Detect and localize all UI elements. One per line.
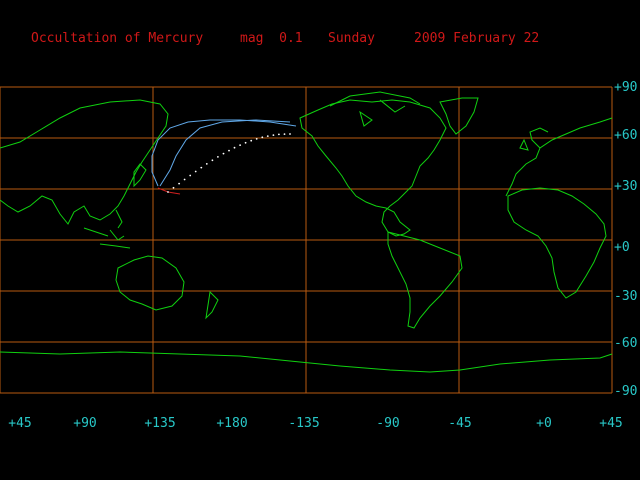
track-dot: [200, 166, 203, 169]
longitude-label: +45: [599, 416, 623, 431]
coast-south-america: [387, 231, 463, 329]
longitude-label: +180: [216, 416, 248, 431]
longitude-label: -45: [448, 416, 472, 431]
track-dot: [239, 144, 242, 147]
track-dot: [183, 178, 186, 181]
visibility-curve-south: [159, 119, 291, 187]
track-dot: [222, 152, 225, 155]
track-dot: [278, 133, 280, 136]
latitude-label: -30: [614, 289, 638, 304]
coast-canada-islands: [329, 91, 421, 127]
occultation-overlay: [151, 119, 297, 195]
coast-australia: [115, 255, 185, 311]
coast-british-isles: [519, 138, 529, 151]
track-dot: [178, 182, 181, 185]
coast-japan: [133, 163, 147, 188]
latitude-label: -90: [614, 384, 638, 399]
longitude-label: +90: [73, 416, 97, 431]
longitude-label: +135: [144, 416, 176, 431]
track-dot: [211, 159, 214, 162]
track-dot: [189, 174, 192, 177]
track-dot: [289, 133, 291, 135]
coast-north-america: [299, 99, 447, 237]
latitude-label: +30: [614, 179, 638, 194]
track-dot: [205, 163, 208, 165]
track-dot: [266, 135, 269, 138]
lat-lon-grid: [0, 86, 613, 394]
track-dot: [255, 138, 258, 140]
latitude-label: +90: [614, 80, 638, 95]
track-dot: [233, 146, 236, 149]
track-dot: [217, 156, 219, 158]
longitude-label: +0: [536, 416, 552, 431]
track-dot: [272, 134, 275, 137]
coast-new-zealand: [205, 290, 219, 320]
track-dot: [194, 170, 197, 173]
track-dot: [167, 191, 169, 193]
longitude-label: -135: [288, 416, 320, 431]
occultation-track: [167, 133, 291, 193]
world-map: [0, 86, 613, 394]
latitude-label: -60: [614, 336, 638, 351]
latitude-label: +60: [614, 128, 638, 143]
track-dot: [261, 136, 264, 139]
coast-africa: [507, 187, 607, 299]
track-dot: [228, 149, 230, 152]
longitude-label: +45: [8, 416, 32, 431]
coast-europe: [505, 117, 613, 197]
longitude-label: -90: [376, 416, 400, 431]
track-dot: [283, 133, 286, 136]
track-dot: [244, 141, 247, 144]
track-dot: [250, 139, 253, 142]
track-dot: [172, 186, 175, 189]
latitude-label: +0: [614, 240, 630, 255]
coast-asia: [0, 99, 169, 225]
